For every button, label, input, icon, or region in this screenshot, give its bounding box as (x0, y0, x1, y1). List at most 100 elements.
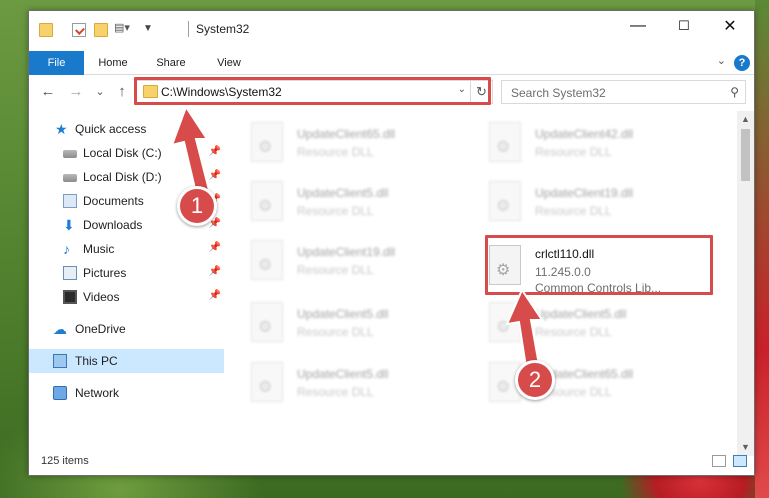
search-icon: ⚲ (730, 85, 739, 99)
file-type: Resource DLL (535, 204, 612, 218)
file-item[interactable]: UpdateClient42.dll Resource DLL (463, 117, 693, 167)
disk-icon (63, 174, 77, 182)
file-item[interactable]: UpdateClient19.dll Resource DLL (463, 176, 693, 226)
sidebar-item-label: Pictures (83, 266, 127, 280)
pin-icon[interactable]: 📌 (209, 170, 221, 181)
pin-icon[interactable]: 📌 (209, 146, 221, 157)
sidebar-item-this-pc[interactable]: This PC (29, 349, 224, 373)
step-2-badge: 2 (515, 360, 555, 400)
file-item[interactable]: UpdateClient5.dll Resource DLL (463, 297, 693, 347)
scroll-up-icon[interactable]: ▲ (737, 111, 754, 128)
file-type: Resource DLL (535, 325, 612, 339)
file-name: UpdateClient5.dll (297, 186, 389, 200)
file-type: Resource DLL (297, 385, 374, 399)
network-icon (53, 386, 67, 400)
sidebar-item-label: Videos (83, 290, 120, 304)
dll-file-icon (489, 122, 521, 162)
tab-file[interactable]: File (29, 51, 84, 75)
dll-file-icon (251, 240, 283, 280)
dll-file-icon (489, 181, 521, 221)
cloud-icon: ☁ (53, 321, 67, 337)
pin-icon[interactable]: 📌 (209, 290, 221, 301)
file-name: UpdateClient19.dll (535, 186, 634, 200)
help-button[interactable]: ? (734, 55, 750, 71)
pin-icon[interactable]: 📌 (209, 242, 221, 253)
window-title: System32 (196, 22, 250, 36)
sidebar-item-label: Network (75, 386, 120, 400)
search-box[interactable]: Search System32 ⚲ (501, 80, 746, 104)
pc-icon (53, 354, 67, 368)
file-type: Resource DLL (297, 145, 374, 159)
sidebar-item-label: OneDrive (75, 322, 126, 336)
back-button[interactable]: ← (39, 81, 57, 103)
sidebar-item-onedrive[interactable]: ☁ OneDrive (29, 317, 224, 341)
file-item[interactable]: UpdateClient19.dll Resource DLL (225, 235, 455, 285)
sidebar-item-quick-access[interactable]: ★ Quick access (29, 117, 224, 141)
file-item[interactable]: UpdateClient65.dll Resource DLL (225, 117, 455, 167)
maximize-button[interactable]: ☐ (661, 11, 707, 41)
search-input[interactable]: Search System32 (511, 86, 606, 100)
tab-share[interactable]: Share (147, 51, 195, 75)
sidebar-item-local-disk-c[interactable]: Local Disk (C:) 📌 (29, 141, 224, 165)
download-icon: ⬇ (63, 217, 75, 233)
pictures-icon (63, 266, 77, 280)
desktop-background-edge (755, 0, 769, 498)
status-bar: 125 items (29, 447, 754, 475)
expand-ribbon-icon[interactable]: ⌄ (717, 54, 726, 67)
file-highlight-box (485, 235, 713, 295)
vertical-scrollbar[interactable]: ▲ ▼ (737, 111, 754, 456)
quick-access-toolbar-icon[interactable]: ▤▾ (114, 21, 130, 35)
file-type: Resource DLL (297, 325, 374, 339)
scrollbar-thumb[interactable] (741, 129, 750, 181)
tiles-view-button[interactable] (733, 455, 747, 467)
music-icon: ♪ (63, 241, 70, 257)
sidebar-item-label: Documents (83, 194, 144, 208)
title-separator (188, 21, 189, 37)
title-bar[interactable]: ▤▾ ▼ System32 — ☐ ✕ (29, 11, 754, 47)
file-name: UpdateClient42.dll (535, 127, 634, 141)
sidebar-item-network[interactable]: Network (29, 381, 224, 405)
sidebar-item-label: Downloads (83, 218, 143, 232)
sidebar-item-label: Music (83, 242, 115, 256)
file-type: Resource DLL (535, 145, 612, 159)
file-type: Resource DLL (297, 263, 374, 277)
file-item[interactable]: UpdateClient5.dll Resource DLL (225, 357, 455, 407)
new-folder-icon[interactable] (94, 23, 108, 37)
dll-file-icon (251, 181, 283, 221)
dll-file-icon (251, 362, 283, 402)
sidebar-item-label: This PC (75, 354, 118, 368)
properties-icon[interactable] (72, 23, 86, 37)
details-view-button[interactable] (712, 455, 726, 467)
file-name: UpdateClient19.dll (297, 245, 396, 259)
minimize-button[interactable]: — (615, 11, 661, 41)
close-button[interactable]: ✕ (707, 11, 753, 41)
tab-home[interactable]: Home (89, 51, 137, 75)
ribbon-tabs: File Home Share View ⌄ ? (29, 51, 754, 75)
sidebar-item-label: Local Disk (C:) (83, 146, 162, 160)
documents-icon (63, 194, 77, 208)
file-type: Resource DLL (297, 204, 374, 218)
dll-file-icon (251, 122, 283, 162)
address-highlight-box (134, 77, 491, 105)
file-name: UpdateClient5.dll (297, 367, 389, 381)
file-name: UpdateClient65.dll (297, 127, 396, 141)
sidebar-item-label: Local Disk (D:) (83, 170, 162, 184)
pin-icon[interactable]: 📌 (209, 266, 221, 277)
sidebar-item-pictures[interactable]: Pictures 📌 (29, 261, 224, 285)
sidebar-item-videos[interactable]: Videos 📌 (29, 285, 224, 309)
file-item[interactable]: UpdateClient65.dll Resource DLL (463, 357, 693, 407)
disk-icon (63, 150, 77, 158)
tab-view[interactable]: View (205, 51, 253, 75)
forward-button[interactable]: → (67, 81, 85, 103)
dll-file-icon (251, 302, 283, 342)
step-1-badge: 1 (177, 186, 217, 226)
file-item[interactable]: UpdateClient5.dll Resource DLL (225, 176, 455, 226)
sidebar-item-music[interactable]: ♪ Music 📌 (29, 237, 224, 261)
file-item[interactable]: UpdateClient5.dll Resource DLL (225, 297, 455, 347)
customize-toolbar-icon[interactable]: ▼ (143, 23, 157, 37)
file-name: UpdateClient5.dll (297, 307, 389, 321)
file-name: UpdateClient5.dll (535, 307, 627, 321)
up-button[interactable]: ↑ (113, 81, 131, 103)
navigation-pane: ★ Quick access Local Disk (C:) 📌 Local D… (29, 117, 224, 457)
recent-locations-button[interactable]: ⌄ (91, 81, 109, 103)
